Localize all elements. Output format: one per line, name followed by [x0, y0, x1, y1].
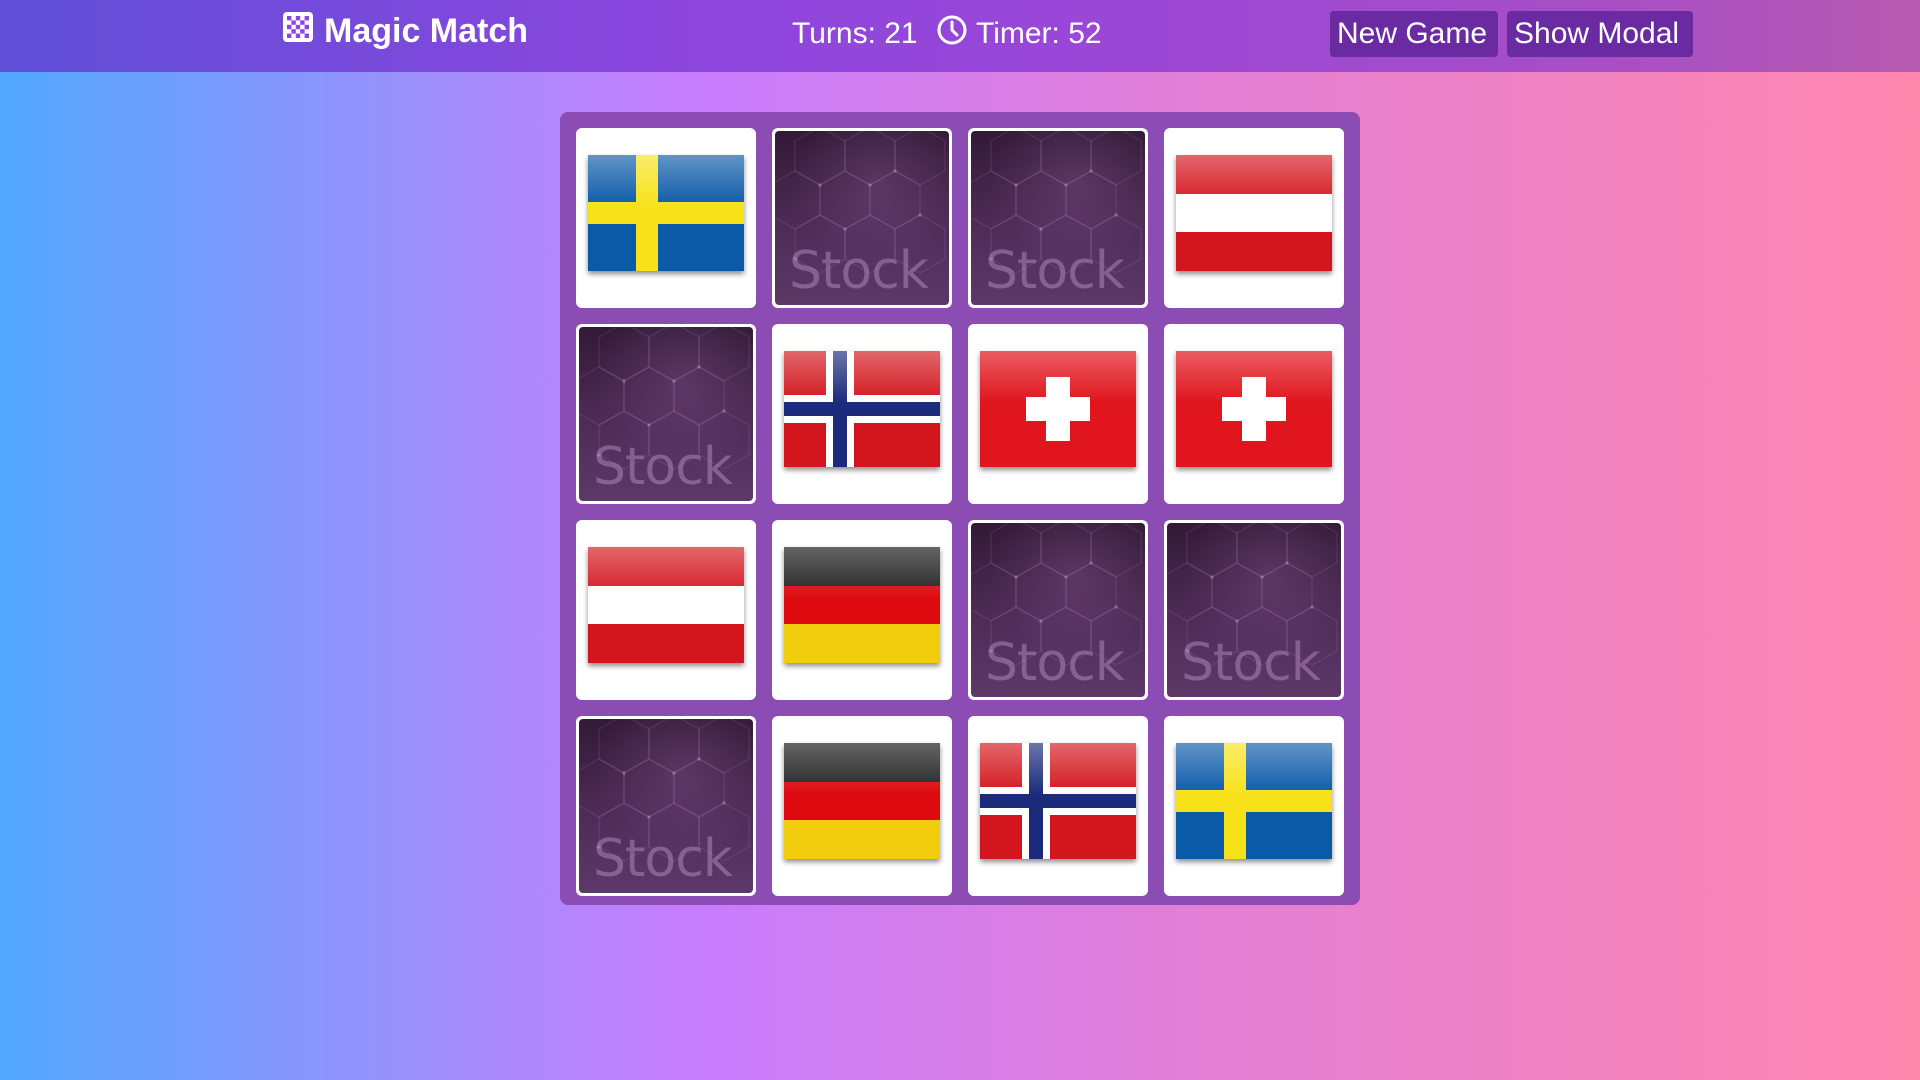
card-back-text: Stock: [593, 829, 733, 889]
card-back-text: Stock: [593, 437, 733, 497]
new-game-button[interactable]: New Game: [1330, 11, 1498, 57]
card-back[interactable]: Stock: [576, 716, 756, 896]
card-back-text: Stock: [1181, 633, 1321, 693]
card-sweden[interactable]: [576, 128, 756, 308]
card-back-text: Stock: [985, 241, 1125, 301]
sweden-flag-icon: [588, 155, 744, 271]
card-back[interactable]: Stock: [1164, 520, 1344, 700]
austria-flag-icon: [588, 547, 744, 663]
top-bar: Magic Match Turns: 21 Timer: 52 New Game…: [0, 0, 1920, 72]
germany-flag-icon: [784, 743, 940, 859]
card-back-text: Stock: [789, 241, 929, 301]
card-norway[interactable]: [968, 716, 1148, 896]
card-norway[interactable]: [772, 324, 952, 504]
card-back-face: Stock: [971, 131, 1145, 305]
show-modal-button[interactable]: Show Modal: [1507, 11, 1693, 57]
switzerland-flag-icon: [980, 351, 1136, 467]
card-austria[interactable]: [576, 520, 756, 700]
card-back[interactable]: Stock: [968, 128, 1148, 308]
switzerland-flag-icon: [1176, 351, 1332, 467]
sweden-flag-icon: [1176, 743, 1332, 859]
card-back[interactable]: Stock: [576, 324, 756, 504]
timer-label: Timer: 52: [976, 17, 1102, 50]
card-back-face: Stock: [579, 327, 753, 501]
card-sweden[interactable]: [1164, 716, 1344, 896]
card-back-face: Stock: [971, 523, 1145, 697]
clock-icon: [936, 14, 968, 54]
card-back-face: Stock: [1167, 523, 1341, 697]
card-germany[interactable]: [772, 716, 952, 896]
card-back-text: Stock: [985, 633, 1125, 693]
checkerboard-icon: [282, 11, 314, 52]
norway-flag-icon: [784, 351, 940, 467]
card-back-face: Stock: [775, 131, 949, 305]
timer: Timer: 52: [936, 14, 1102, 54]
game-board: Stock Stock Stock Stock Stock Stock: [560, 112, 1360, 905]
card-switzerland[interactable]: [1164, 324, 1344, 504]
card-austria[interactable]: [1164, 128, 1344, 308]
card-switzerland[interactable]: [968, 324, 1148, 504]
app-title: Magic Match: [324, 11, 529, 50]
card-back[interactable]: Stock: [968, 520, 1148, 700]
card-back[interactable]: Stock: [772, 128, 952, 308]
brand: Magic Match: [282, 10, 528, 52]
norway-flag-icon: [980, 743, 1136, 859]
card-germany[interactable]: [772, 520, 952, 700]
austria-flag-icon: [1176, 155, 1332, 271]
turns-counter: Turns: 21: [792, 17, 918, 50]
germany-flag-icon: [784, 547, 940, 663]
card-back-face: Stock: [579, 719, 753, 893]
